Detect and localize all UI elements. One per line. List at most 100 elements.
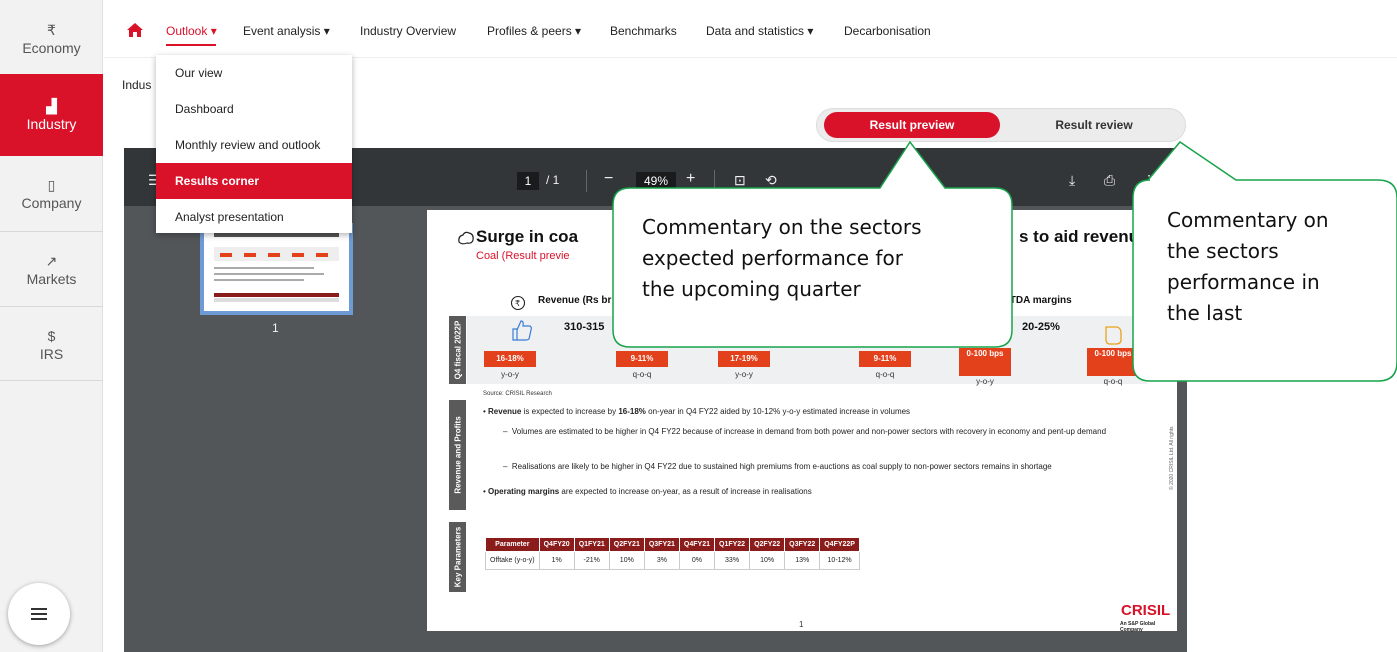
crisil-logo: CRISIL (1121, 602, 1171, 619)
svg-text:₹: ₹ (515, 299, 520, 308)
callout-line: the last (1167, 301, 1243, 325)
nav-industry-overview[interactable]: Industry Overview (360, 24, 456, 38)
menu-item-our-view[interactable]: Our view (156, 55, 352, 91)
metric-chip: 16-18% (484, 351, 536, 367)
sidebar-item-economy[interactable]: ₹ Economy (0, 14, 103, 64)
menu-item-dashboard[interactable]: Dashboard (156, 91, 352, 127)
metric-chip: 9-11% (616, 351, 668, 367)
table-cell: 1% (538, 551, 575, 570)
zoom-out-icon[interactable]: − (604, 171, 613, 187)
menu-item-monthly-review[interactable]: Monthly review and outlook (156, 127, 352, 163)
callout-line: performance in (1167, 270, 1320, 294)
metric-label: q-o-q (632, 370, 652, 379)
bullet-bold: Operating margins (488, 487, 560, 496)
logo-tagline: An S&P Global Company (1120, 621, 1156, 633)
more-options-icon[interactable]: ⋮ (1142, 172, 1156, 188)
sidebar-item-industry[interactable]: ▟ Industry (0, 74, 103, 156)
result-preview-button[interactable]: Result preview (824, 112, 1000, 138)
revenue-value: 310-315 (564, 321, 605, 333)
section-label: Key Parameters (453, 526, 462, 588)
sidebar: ₹ Economy ▟ Industry ▯ Company ↗ Markets… (0, 0, 103, 652)
sidebar-item-label: Industry (26, 116, 77, 132)
page-footer-number: 1 (799, 620, 804, 629)
doc-title: Surge in coa (476, 227, 579, 246)
sidebar-item-irs[interactable]: $ IRS (0, 314, 103, 376)
sidebar-divider (0, 231, 103, 232)
nav-event-analysis[interactable]: Event analysis ▾ (243, 24, 330, 38)
doc-subtitle: Coal (Result previe (476, 250, 570, 262)
thumbnail-page-number: 1 (272, 321, 279, 335)
source-note: Source: CRISIL Research (483, 391, 552, 397)
column-header: Q2FY22 (749, 537, 786, 552)
metric-label: q-o-q (1103, 377, 1123, 386)
page-thumbnail[interactable] (200, 223, 353, 315)
column-header: Q3FY21 (643, 537, 680, 552)
table-row: Offtake (y-o-y) 1% -21% 10% 3% 0% 33% 10… (485, 551, 860, 570)
section-label-box: Key Parameters (449, 522, 466, 592)
bullet-bold: Revenue (488, 407, 522, 416)
table-cell: 3% (643, 551, 680, 570)
callout-line: expected performance for (642, 246, 903, 270)
column-header: Q4FY20 (538, 537, 575, 552)
sidebar-item-label: Markets (26, 271, 77, 287)
table-cell: 10% (749, 551, 786, 570)
metric-label: q-o-q (875, 370, 895, 379)
metric-chip: 9-11% (859, 351, 911, 367)
table-cell: 0% (678, 551, 716, 570)
dollar-icon: $ (47, 328, 56, 344)
print-icon[interactable]: ⎙ (1104, 172, 1115, 188)
building-icon: ▯ (47, 177, 56, 193)
bullet-bold: 16-18% (618, 407, 646, 416)
nav-decarbonisation[interactable]: Decarbonisation (844, 24, 931, 38)
callout-right-text: Commentary on the sectors performance in… (1167, 205, 1329, 329)
zoom-level-input[interactable]: 49% (636, 172, 676, 190)
sidebar-item-company[interactable]: ▯ Company (0, 160, 103, 228)
callout-line: Commentary on (1167, 208, 1329, 232)
nav-active-underline (166, 44, 216, 46)
quarter-label: Q4 fiscal 2022P (453, 320, 462, 380)
sub-bullet: – Realisations are likely to be higher i… (503, 462, 1052, 471)
outlook-dropdown-menu: Our view Dashboard Monthly review and ou… (156, 55, 352, 233)
nav-outlook[interactable]: Outlook ▾ (166, 24, 217, 38)
menu-item-results-corner[interactable]: Results corner (156, 163, 352, 199)
sub-bullet-text: Volumes are estimated to be higher in Q4… (511, 427, 1107, 436)
app-root: ₹ Economy ▟ Industry ▯ Company ↗ Markets… (0, 0, 1397, 652)
result-review-button[interactable]: Result review (1006, 112, 1182, 138)
download-icon[interactable]: ⤓ (1069, 172, 1075, 188)
rotate-icon[interactable]: ⟲ (765, 172, 777, 188)
nav-data-statistics[interactable]: Data and statistics ▾ (706, 24, 813, 38)
zoom-in-icon[interactable]: + (686, 171, 695, 187)
sidebar-item-markets[interactable]: ↗ Markets (0, 238, 103, 302)
revenue-header: Revenue (Rs br (538, 295, 612, 306)
table-cell: Offtake (y-o-y) (485, 551, 540, 570)
bullet-text: on-year in Q4 FY22 aided by 10-12% y-o-y… (645, 407, 911, 416)
metric-label: y-o-y (976, 377, 994, 386)
nav-benchmarks[interactable]: Benchmarks (610, 24, 677, 38)
metric-label: y-o-y (501, 370, 519, 379)
table-cell: 10% (608, 551, 645, 570)
bullet-revenue: • Revenue is expected to increase by 16-… (483, 407, 911, 416)
callout-line: the sectors (1167, 239, 1279, 263)
table-cell: 33% (713, 551, 751, 570)
column-header: Q4FY22P (819, 537, 860, 552)
section-label-box: Revenue and Profits (449, 400, 466, 510)
menu-item-analyst-presentation[interactable]: Analyst presentation (156, 199, 352, 235)
callout-line: the upcoming quarter (642, 277, 861, 301)
home-icon[interactable] (127, 23, 143, 37)
toolbar-divider (586, 170, 587, 192)
key-parameters-table: Parameter Q4FY20 Q1FY21 Q2FY21 Q3FY21 Q4… (485, 537, 860, 570)
nav-profiles-peers[interactable]: Profiles & peers ▾ (487, 24, 581, 38)
page-total: / 1 (546, 173, 560, 187)
column-header: Q3FY22 (784, 537, 821, 552)
result-toggle: Result preview Result review (816, 108, 1186, 142)
margin-value: 20-25% (1022, 321, 1060, 333)
page-number-input[interactable]: 1 (517, 172, 539, 190)
metric-chip: 0-100 bps (959, 348, 1011, 376)
column-header: Q2FY21 (608, 537, 645, 552)
menu-button[interactable] (8, 583, 70, 645)
callout-left-text: Commentary on the sectors expected perfo… (642, 212, 922, 305)
thumbnail-image (204, 227, 349, 311)
bullet-text: are expected to increase on-year, as a r… (559, 487, 812, 496)
bullet-text: is expected to increase by (521, 407, 619, 416)
fit-page-icon[interactable]: ⊡ (734, 172, 746, 188)
